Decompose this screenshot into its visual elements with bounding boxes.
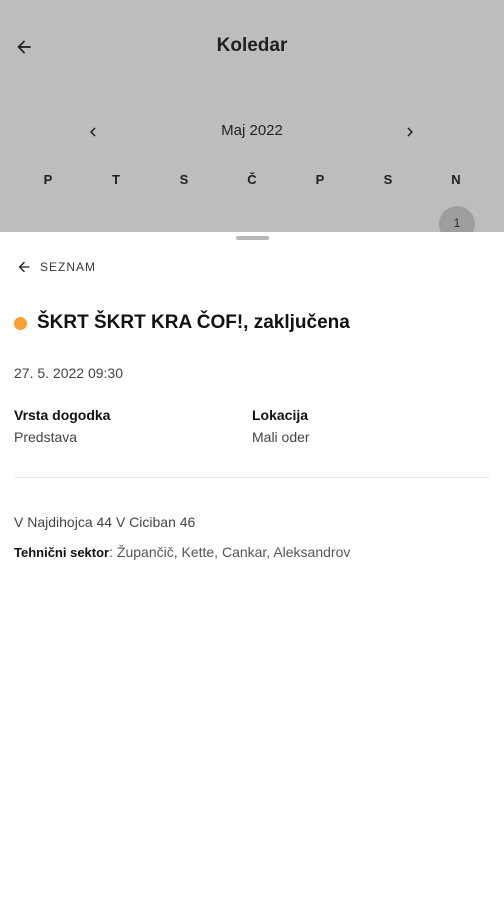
month-navigator: Maj 2022 xyxy=(0,116,504,146)
weekday-label: P xyxy=(315,172,325,187)
back-to-list-button[interactable]: SEZNAM xyxy=(16,258,96,276)
day-number: 1 xyxy=(453,216,461,230)
status-dot-icon xyxy=(14,316,27,330)
technical-sector: Tehnični sektor: Župančič, Kette, Cankar… xyxy=(14,544,350,560)
weekday-label: N xyxy=(451,172,461,187)
weekday-label: S xyxy=(383,172,393,187)
chevron-right-icon xyxy=(407,127,413,137)
arrow-left-icon xyxy=(18,261,30,273)
app-bar: Koledar xyxy=(0,0,504,94)
weekday-header: P T S Č P S N xyxy=(0,172,504,192)
weekday-label: T xyxy=(112,172,120,187)
divider xyxy=(14,477,490,478)
event-description: V Najdihojca 44 V Ciciban 46 xyxy=(14,514,196,530)
event-title-row: ŠKRT ŠKRT KRA ČOF!, zaključena xyxy=(14,312,350,334)
weekday-label: Č xyxy=(247,172,257,187)
weekday-label: S xyxy=(179,172,189,187)
calendar-header-area: Koledar Maj 2022 P T S Č P S N 1 xyxy=(0,0,504,232)
event-type-label: Vrsta dogodka xyxy=(14,407,111,423)
event-title: ŠKRT ŠKRT KRA ČOF!, zaključena xyxy=(37,312,350,333)
event-location-label: Lokacija xyxy=(252,407,309,423)
event-type-value: Predstava xyxy=(14,429,78,445)
page-title: Koledar xyxy=(216,35,288,56)
event-type-field: Vrsta dogodka Predstava xyxy=(14,407,110,445)
weekday-label: P xyxy=(43,172,53,187)
event-location-value: Mali oder xyxy=(252,429,310,445)
sheet-drag-handle[interactable] xyxy=(236,236,269,240)
event-location-field: Lokacija Mali oder xyxy=(252,407,310,445)
back-to-list-label: SEZNAM xyxy=(40,260,97,274)
month-label: Maj 2022 xyxy=(221,122,283,139)
event-detail-sheet: SEZNAM ŠKRT ŠKRT KRA ČOF!, zaključena 27… xyxy=(0,232,504,900)
calendar-day-selected[interactable]: 1 xyxy=(439,206,475,232)
next-month-button[interactable] xyxy=(398,120,422,144)
technical-sector-label: Tehnični sektor xyxy=(14,545,110,560)
technical-sector-value: : Župančič, Kette, Cankar, Aleksandrov xyxy=(109,544,351,560)
event-datetime: 27. 5. 2022 09:30 xyxy=(14,365,123,381)
